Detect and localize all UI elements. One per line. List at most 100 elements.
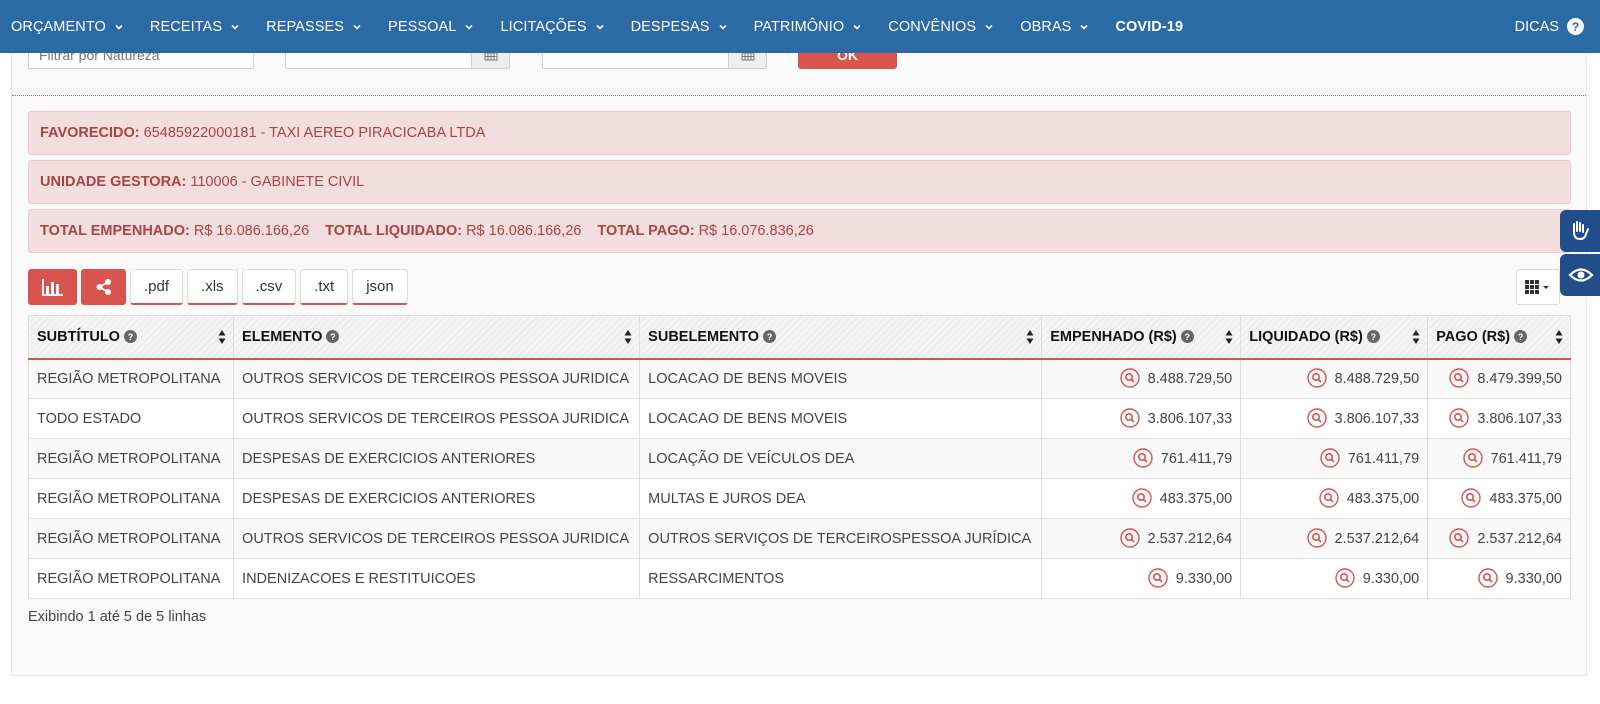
cell-value: DESPESAS DE EXERCICIOS ANTERIORES (242, 490, 536, 507)
zoom-details-icon[interactable] (1119, 527, 1140, 548)
zoom-details-icon[interactable] (1335, 567, 1355, 588)
table-cell: REGIÃO METROPOLITANA (27, 558, 235, 599)
header-pago[interactable]: PAGO (R$)? (1427, 315, 1571, 360)
export-label: .csv (255, 278, 283, 295)
content-panel: OK FAVORECIDO: 65485922000181 - TAXI AER… (11, 20, 1587, 676)
nav-item-label: DESPESAS (630, 18, 710, 35)
share-button[interactable] (81, 269, 126, 305)
eye-icon (1568, 268, 1594, 282)
zoom-details-icon[interactable] (1477, 567, 1498, 588)
question-circle-icon[interactable]: ? (123, 330, 137, 344)
nav-item-orcamento[interactable]: ORÇAMENTO (0, 0, 139, 53)
cell-value: 3.806.107,33 (1147, 410, 1233, 427)
zoom-details-icon[interactable] (1461, 487, 1482, 508)
cell-value: 761.411,79 (1490, 450, 1563, 467)
header-label: LIQUIDADO (R$) (1249, 328, 1363, 345)
question-circle-icon[interactable]: ? (763, 330, 777, 344)
export-pdf-button[interactable]: .pdf (130, 269, 184, 305)
question-circle-icon: ? (1567, 18, 1584, 35)
nav-item-receitas[interactable]: RECEITAS (139, 0, 255, 53)
chart-button[interactable] (28, 269, 77, 305)
sort-icon (218, 330, 226, 344)
zoom-details-icon[interactable] (1449, 527, 1470, 548)
zoom-details-icon[interactable] (1148, 567, 1168, 588)
zoom-details-icon[interactable] (1131, 487, 1152, 508)
columns-toggle-button[interactable] (1516, 269, 1560, 305)
header-elemento[interactable]: ELEMENTO? (233, 315, 641, 360)
zoom-details-icon[interactable] (1318, 487, 1339, 508)
zoom-details-icon[interactable] (1306, 407, 1327, 428)
header-label: EMPENHADO (R$) (1050, 328, 1177, 345)
table-cell: REGIÃO METROPOLITANA (27, 358, 235, 399)
visual-accessibility-button[interactable] (1560, 254, 1600, 296)
nav-item-pessoal[interactable]: PESSOAL (377, 0, 489, 53)
export-txt-button[interactable]: .txt (300, 269, 349, 305)
zoom-details-icon[interactable] (1306, 368, 1327, 388)
table-cell: MULTAS E JUROS DEA (639, 478, 1043, 519)
help-link[interactable]: DICAS ? (1515, 0, 1584, 53)
question-circle-icon[interactable]: ? (1366, 330, 1380, 344)
question-circle-icon[interactable]: ? (326, 330, 340, 344)
table-row: REGIÃO METROPOLITANA DESPESAS DE EXERCICI… (27, 478, 1571, 519)
chevron-down-icon (985, 24, 993, 30)
zoom-details-icon[interactable] (1119, 407, 1140, 428)
nav-item-convenios[interactable]: CONVÊNIOS (877, 0, 1009, 53)
cell-value: TODO ESTADO (37, 410, 142, 427)
nav-item-despesas[interactable]: DESPESAS (620, 0, 743, 53)
nav-item-repasses[interactable]: REPASSES (255, 0, 377, 53)
zoom-details-icon[interactable] (1449, 368, 1470, 388)
top-navbar: ORÇAMENTO RECEITAS REPASSES PESSOAL LICI… (0, 0, 1600, 53)
nav-item-label: COVID-19 (1115, 18, 1184, 35)
table-cell: 483.375,00 (1240, 478, 1429, 519)
chevron-down-icon (596, 24, 604, 30)
table-cell: 3.806.107,33 (1427, 398, 1571, 439)
zoom-details-icon[interactable] (1133, 447, 1153, 468)
nav-item-label: RECEITAS (149, 18, 223, 35)
header-label: ELEMENTO (242, 328, 323, 345)
favorecido-alert: FAVORECIDO: 65485922000181 - TAXI AEREO … (28, 111, 1571, 155)
table-cell: LOCAÇÃO DE VEÍCULOS DEA (639, 438, 1043, 479)
cell-value: 8.488.729,50 (1147, 370, 1233, 387)
zoom-details-icon[interactable] (1306, 527, 1327, 548)
cell-value: 483.375,00 (1159, 490, 1233, 507)
export-label: .txt (314, 278, 335, 295)
table-cell: 3.806.107,33 (1240, 398, 1429, 439)
cell-value: 9.330,00 (1175, 570, 1233, 587)
header-liquidado[interactable]: LIQUIDADO (R$)? (1240, 315, 1429, 360)
zoom-details-icon[interactable] (1462, 447, 1483, 468)
separator (12, 95, 1586, 96)
export-label: .xls (201, 278, 224, 295)
header-empenhado[interactable]: EMPENHADO (R$)? (1041, 315, 1242, 360)
zoom-details-icon[interactable] (1449, 407, 1470, 428)
nav-item-licitacoes[interactable]: LICITAÇÕES (489, 0, 619, 53)
table-cell: DESPESAS DE EXERCICIOS ANTERIORES (233, 478, 641, 519)
question-circle-icon[interactable]: ? (1180, 330, 1194, 344)
zoom-details-icon[interactable] (1320, 447, 1340, 468)
table-cell: 9.330,00 (1041, 558, 1242, 599)
header-subelemento[interactable]: SUBELEMENTO? (639, 315, 1043, 360)
export-xls-button[interactable]: .xls (187, 269, 238, 305)
export-json-button[interactable]: json (352, 269, 408, 305)
table-cell: OUTROS SERVIÇOS DE TERCEIROSPESSOA JURÍD… (639, 518, 1043, 559)
cell-value: OUTROS SERVIÇOS DE TERCEIROSPESSOA JURÍD… (648, 530, 1032, 547)
nav-item-covid[interactable]: COVID-19 (1104, 0, 1197, 53)
table-cell: DESPESAS DE EXERCICIOS ANTERIORES (233, 438, 641, 479)
table-cell: 8.488.729,50 (1041, 358, 1242, 399)
export-csv-button[interactable]: .csv (241, 269, 297, 305)
favorecido-label: FAVORECIDO: (40, 125, 140, 141)
zoom-details-icon[interactable] (1119, 368, 1140, 388)
cell-value: REGIÃO METROPOLITANA (37, 490, 221, 507)
question-circle-icon[interactable]: ? (1514, 330, 1528, 344)
table-cell: REGIÃO METROPOLITANA (27, 438, 235, 479)
sign-language-button[interactable] (1560, 210, 1600, 252)
cell-value: LOCACAO DE BENS MOVEIS (648, 410, 848, 427)
unidade-gestora-value: 110006 - GABINETE CIVIL (190, 174, 365, 190)
unidade-gestora-label: UNIDADE GESTORA: (40, 174, 187, 190)
table-cell: 9.330,00 (1240, 558, 1429, 599)
table-cell: 761.411,79 (1240, 438, 1429, 479)
nav-item-patrimonio[interactable]: PATRIMÔNIO (743, 0, 878, 53)
sort-icon (624, 330, 632, 344)
cell-value: 2.537.212,64 (1477, 530, 1562, 547)
nav-item-obras[interactable]: OBRAS (1009, 0, 1104, 53)
header-subtitulo[interactable]: SUBTÍTULO? (27, 315, 235, 360)
